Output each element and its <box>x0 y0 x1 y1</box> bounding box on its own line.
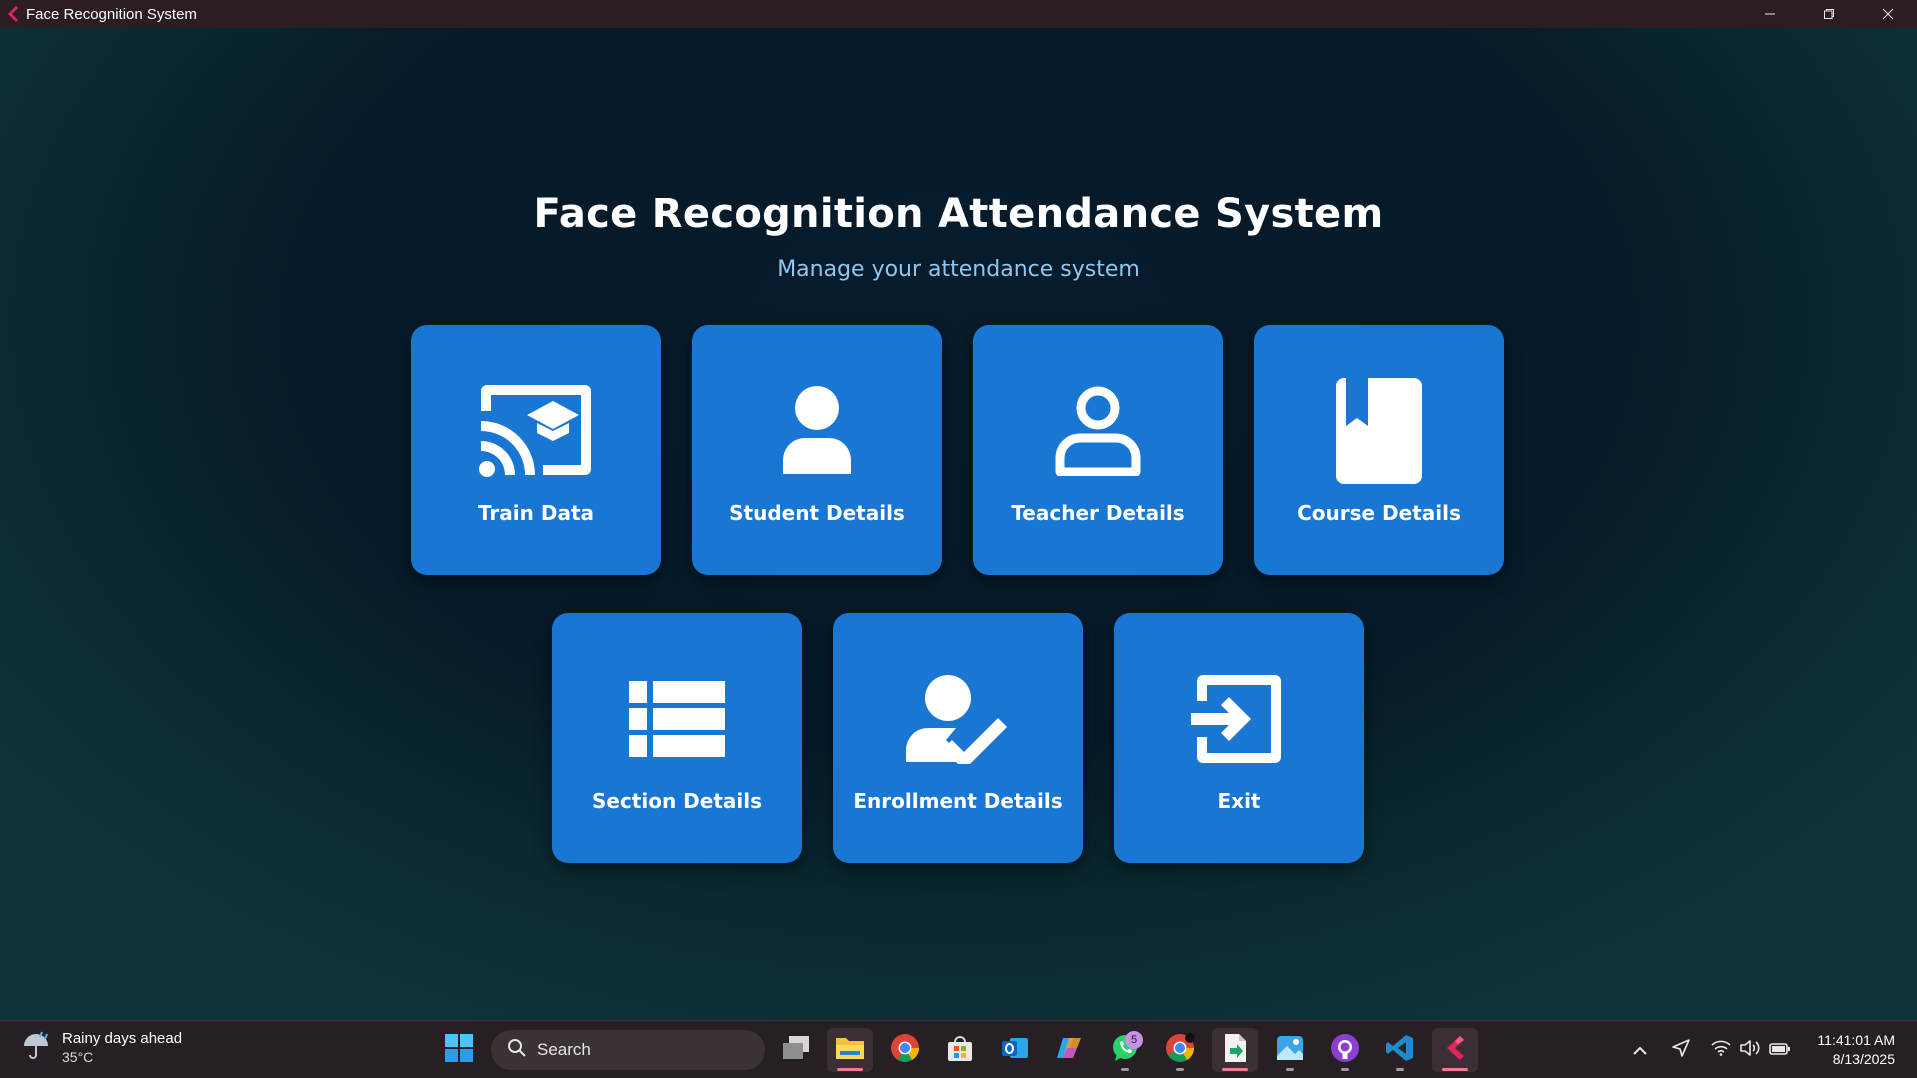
running-indicator <box>1286 1068 1294 1071</box>
running-indicator <box>1341 1068 1349 1071</box>
chevron-up-icon <box>1632 1041 1648 1060</box>
app-logo-icon <box>1444 1035 1466 1065</box>
whatsapp-button[interactable]: 5 <box>1102 1028 1148 1072</box>
course-details-button[interactable]: Course Details <box>1254 325 1504 575</box>
volume-icon <box>1739 1039 1761 1061</box>
train-data-button[interactable]: Train Data <box>411 325 661 575</box>
vscode-button[interactable] <box>1377 1028 1423 1072</box>
windows-icon <box>445 1034 473 1066</box>
page-subtitle: Manage your attendance system <box>777 257 1140 282</box>
main-dashboard: Face Recognition Attendance System Manag… <box>0 28 1917 1020</box>
card-label: Exit <box>1217 789 1261 813</box>
chrome-icon <box>890 1033 920 1067</box>
weather-condition: Rainy days ahead <box>62 1029 183 1047</box>
app-logo-icon <box>0 0 26 28</box>
clock-date: 8/13/2025 <box>1832 1051 1895 1067</box>
taskbar-search[interactable]: Search <box>491 1030 765 1070</box>
battery-icon <box>1769 1041 1791 1060</box>
card-label: Section Details <box>591 789 763 813</box>
course-book-icon <box>1254 377 1504 485</box>
card-label: Train Data <box>477 501 594 525</box>
section-details-button[interactable]: Section Details <box>552 613 802 863</box>
copilot-icon <box>1055 1034 1085 1066</box>
weather-temperature: 35°C <box>62 1048 94 1065</box>
section-list-icon <box>552 665 802 773</box>
photos-button[interactable] <box>1267 1028 1313 1072</box>
exit-icon <box>1114 665 1364 773</box>
teacher-details-button[interactable]: Teacher Details <box>973 325 1223 575</box>
minimize-button[interactable] <box>1740 0 1799 28</box>
weather-widget[interactable]: Rainy days ahead 35°C <box>20 1029 182 1065</box>
close-button[interactable] <box>1858 0 1917 28</box>
title-bar: Face Recognition System <box>0 0 1917 28</box>
student-icon <box>692 377 942 485</box>
photos-icon <box>1275 1034 1305 1066</box>
open-indicator <box>837 1068 863 1071</box>
task-view-button[interactable] <box>773 1028 819 1072</box>
location-status[interactable] <box>1666 1031 1696 1069</box>
card-label: Teacher Details <box>1011 501 1185 525</box>
enrollment-details-button[interactable]: Enrollment Details <box>833 613 1083 863</box>
folder-icon <box>835 1035 865 1065</box>
open-indicator <box>1222 1068 1248 1071</box>
copilot-button[interactable] <box>1047 1028 1093 1072</box>
card-label: Course Details <box>1297 501 1461 525</box>
running-indicator <box>1396 1068 1404 1071</box>
outlook-button[interactable] <box>992 1028 1038 1072</box>
outlook-icon <box>1000 1034 1030 1066</box>
task-view-icon <box>781 1035 811 1065</box>
open-indicator <box>1442 1068 1468 1071</box>
exit-button[interactable]: Exit <box>1114 613 1364 863</box>
document-icon <box>1223 1033 1247 1067</box>
file-app-button[interactable] <box>1212 1028 1258 1072</box>
window-controls <box>1740 0 1917 28</box>
face-recognition-app-button[interactable] <box>1432 1028 1478 1072</box>
page-title: Face Recognition Attendance System <box>533 191 1384 237</box>
taskbar: Rainy days ahead 35°C Search 5 11:41:01 … <box>0 1020 1917 1078</box>
running-indicator <box>1121 1068 1129 1071</box>
notification-badge: 5 <box>1125 1031 1143 1049</box>
restore-button[interactable] <box>1799 0 1858 28</box>
file-explorer-button[interactable] <box>827 1028 873 1072</box>
student-details-button[interactable]: Student Details <box>692 325 942 575</box>
microsoft-store-button[interactable] <box>937 1028 983 1072</box>
card-label: Enrollment Details <box>853 789 1063 813</box>
window-title: Face Recognition System <box>26 5 197 23</box>
show-hidden-icons-button[interactable] <box>1627 1031 1653 1069</box>
chrome-button[interactable] <box>882 1028 928 1072</box>
search-label: Search <box>537 1040 591 1059</box>
clock-time: 11:41:01 AM <box>1817 1032 1895 1048</box>
teacher-icon <box>973 377 1223 485</box>
vscode-icon <box>1385 1033 1415 1067</box>
chrome-profile-button[interactable] <box>1157 1028 1203 1072</box>
system-clock[interactable]: 11:41:01 AM 8/13/2025 <box>1817 1031 1895 1069</box>
start-button[interactable] <box>436 1028 482 1072</box>
search-icon <box>507 1038 527 1062</box>
running-indicator <box>1176 1068 1184 1071</box>
quick-settings-button[interactable] <box>1706 1031 1796 1069</box>
chrome-icon <box>1165 1033 1195 1067</box>
train-data-icon <box>411 377 661 485</box>
github-icon <box>1330 1033 1360 1067</box>
card-label: Student Details <box>729 501 905 525</box>
github-desktop-button[interactable] <box>1322 1028 1368 1072</box>
umbrella-rain-icon <box>20 1029 52 1065</box>
store-icon <box>946 1034 974 1066</box>
wifi-icon <box>1711 1040 1731 1060</box>
location-icon <box>1671 1038 1691 1062</box>
enrollment-icon <box>833 665 1083 773</box>
